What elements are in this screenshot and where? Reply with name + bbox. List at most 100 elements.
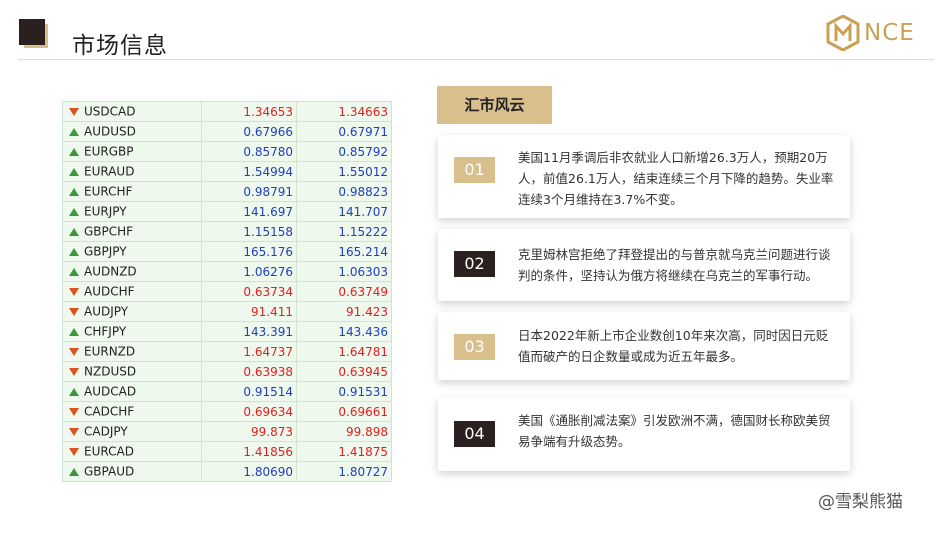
bid-price: 0.67966 [201, 121, 297, 142]
symbol-label: GBPJPY [84, 244, 127, 259]
ask-price: 0.69661 [296, 401, 392, 422]
quote-row: AUDNZD 1.06276 1.06303 [62, 261, 392, 282]
symbol-cell: EURGBP [62, 141, 202, 162]
ask-price: 143.436 [296, 321, 392, 342]
title-dark-square [19, 19, 45, 45]
bid-price: 0.98791 [201, 181, 297, 202]
symbol-cell: CHFJPY [62, 321, 202, 342]
ask-price: 1.64781 [296, 341, 392, 362]
down-arrow-icon [69, 367, 79, 376]
news-number-badge: 01 [454, 157, 495, 183]
bid-price: 0.63734 [201, 281, 297, 302]
symbol-label: EURAUD [84, 164, 135, 179]
ask-price: 0.67971 [296, 121, 392, 142]
ask-price: 99.898 [296, 421, 392, 442]
bid-price: 1.54994 [201, 161, 297, 182]
nce-logo-text: NCE [864, 20, 915, 46]
symbol-label: NZDUSD [84, 364, 137, 379]
ask-price: 165.214 [296, 241, 392, 262]
symbol-label: EURGBP [84, 144, 134, 159]
nce-logo: NCE [826, 15, 930, 51]
symbol-label: EURCHF [84, 184, 133, 199]
ask-price: 1.15222 [296, 221, 392, 242]
bid-price: 143.391 [201, 321, 297, 342]
ask-price: 0.91531 [296, 381, 392, 402]
quote-row: EURNZD 1.64737 1.64781 [62, 341, 392, 362]
symbol-cell: AUDUSD [62, 121, 202, 142]
fx-quote-table: USDCAD 1.34653 1.34663 AUDUSD 0.67966 0.67971… [62, 101, 392, 482]
symbol-cell: EURAUD [62, 161, 202, 182]
ask-price: 0.63749 [296, 281, 392, 302]
header-divider [18, 59, 934, 60]
news-card-3: 03 日本2022年新上市企业数创10年来次高，同时因日元贬值而破产的日企数量或… [438, 312, 850, 380]
ask-price: 0.85792 [296, 141, 392, 162]
symbol-cell: EURNZD [62, 341, 202, 362]
news-number-badge: 03 [454, 334, 495, 360]
bid-price: 0.63938 [201, 361, 297, 382]
symbol-label: AUDJPY [84, 304, 129, 319]
quote-row: EURCHF 0.98791 0.98823 [62, 181, 392, 202]
down-arrow-icon [69, 347, 79, 356]
down-arrow-icon [69, 427, 79, 436]
ask-price: 0.98823 [296, 181, 392, 202]
news-text: 克里姆林宫拒绝了拜登提出的与普京就乌克兰问题进行谈判的条件，坚持认为俄方将继续在… [518, 247, 831, 283]
quote-row: AUDUSD 0.67966 0.67971 [62, 121, 392, 142]
symbol-cell: AUDCAD [62, 381, 202, 402]
symbol-label: AUDCAD [84, 384, 137, 399]
news-number-badge: 02 [454, 251, 495, 277]
ask-price: 1.06303 [296, 261, 392, 282]
bid-price: 99.873 [201, 421, 297, 442]
symbol-label: GBPCHF [84, 224, 134, 239]
symbol-cell: EURCAD [62, 441, 202, 462]
symbol-cell: GBPAUD [62, 461, 202, 482]
symbol-cell: NZDUSD [62, 361, 202, 382]
news-card-4: 04 美国《通胀削减法案》引发欧洲不满，德国财长称欧美贸易争端有升级态势。 [438, 397, 850, 471]
symbol-cell: GBPJPY [62, 241, 202, 262]
quote-row: CADJPY 99.873 99.898 [62, 421, 392, 442]
symbol-label: EURCAD [84, 444, 134, 459]
ask-price: 0.63945 [296, 361, 392, 382]
symbol-label: AUDNZD [84, 264, 137, 279]
symbol-cell: CADCHF [62, 401, 202, 422]
quote-row: NZDUSD 0.63938 0.63945 [62, 361, 392, 382]
bid-price: 0.69634 [201, 401, 297, 422]
symbol-label: AUDUSD [84, 124, 136, 139]
bid-price: 141.697 [201, 201, 297, 222]
bid-price: 1.41856 [201, 441, 297, 462]
up-arrow-icon [69, 247, 79, 256]
quote-row: CHFJPY 143.391 143.436 [62, 321, 392, 342]
news-text: 日本2022年新上市企业数创10年来次高，同时因日元贬值而破产的日企数量或成为近… [518, 328, 829, 364]
watermark: @雪梨熊猫 [818, 492, 903, 512]
quote-row: GBPJPY 165.176 165.214 [62, 241, 392, 262]
bid-price: 1.06276 [201, 261, 297, 282]
quote-row: GBPCHF 1.15158 1.15222 [62, 221, 392, 242]
symbol-cell: GBPCHF [62, 221, 202, 242]
quote-row: EURCAD 1.41856 1.41875 [62, 441, 392, 462]
bid-price: 1.64737 [201, 341, 297, 362]
symbol-cell: CADJPY [62, 421, 202, 442]
up-arrow-icon [69, 327, 79, 336]
quote-row: EURAUD 1.54994 1.55012 [62, 161, 392, 182]
down-arrow-icon [69, 107, 79, 116]
symbol-label: GBPAUD [84, 464, 135, 479]
news-section-header: 汇市风云 [437, 86, 552, 124]
symbol-label: CHFJPY [84, 324, 127, 339]
bid-price: 91.411 [201, 301, 297, 322]
ask-price: 141.707 [296, 201, 392, 222]
ask-price: 1.41875 [296, 441, 392, 462]
up-arrow-icon [69, 387, 79, 396]
bid-price: 1.80690 [201, 461, 297, 482]
quote-row: EURGBP 0.85780 0.85792 [62, 141, 392, 162]
ask-price: 1.80727 [296, 461, 392, 482]
symbol-label: AUDCHF [84, 284, 135, 299]
down-arrow-icon [69, 407, 79, 416]
news-card-1: 01 美国11月季调后非农就业人口新增26.3万人，预期20万人，前值26.1万… [438, 135, 850, 218]
quote-row: AUDJPY 91.411 91.423 [62, 301, 392, 322]
symbol-cell: EURJPY [62, 201, 202, 222]
quote-row: AUDCHF 0.63734 0.63749 [62, 281, 392, 302]
down-arrow-icon [69, 307, 79, 316]
news-number-badge: 04 [454, 421, 495, 447]
symbol-label: CADJPY [84, 424, 128, 439]
symbol-cell: AUDNZD [62, 261, 202, 282]
ask-price: 1.34663 [296, 101, 392, 122]
